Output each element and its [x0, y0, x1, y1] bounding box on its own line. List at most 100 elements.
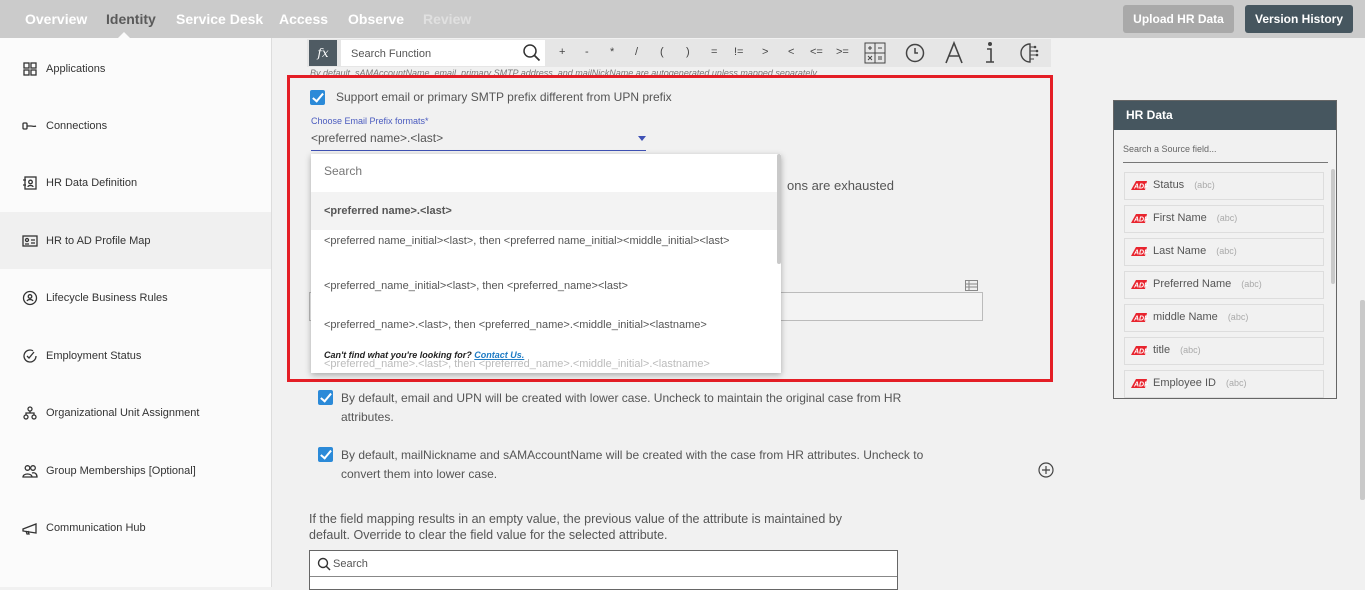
- hr-field-item[interactable]: ADP Employee ID (abc): [1124, 370, 1324, 398]
- text-icon[interactable]: [943, 41, 965, 65]
- tab-overview[interactable]: Overview: [25, 11, 87, 27]
- plug-icon: [22, 121, 37, 130]
- hr-field-item[interactable]: ADP Last Name (abc): [1124, 238, 1324, 266]
- sidebar-item-communication-hub[interactable]: Communication Hub: [0, 499, 271, 556]
- fx-icon: fx: [309, 40, 337, 66]
- lowercase-email-upn-checkbox[interactable]: [318, 390, 333, 405]
- check-circle-icon: [23, 348, 37, 363]
- hr-data-scrollbar[interactable]: [1331, 169, 1335, 284]
- support-email-prefix-label: Support email or primary SMTP prefix dif…: [336, 90, 672, 104]
- sidebar-item-group-memberships[interactable]: Group Memberships [Optional]: [0, 442, 271, 499]
- hierarchy-icon: [23, 405, 37, 420]
- sidebar-item-organizational-unit-assignment[interactable]: Organizational Unit Assignment: [0, 384, 271, 441]
- case-from-hr-label: By default, mailNickname and sAMAccountN…: [341, 448, 924, 481]
- hr-field-name: Status: [1153, 179, 1185, 191]
- autogenerate-note: By default, sAMAccountName, email, prima…: [310, 68, 819, 75]
- sidebar-item-label: Connections: [46, 119, 108, 132]
- tab-observe[interactable]: Observe: [348, 11, 404, 27]
- dropdown-footer: Can't find what you're looking for? Cont…: [311, 346, 781, 364]
- tab-identity[interactable]: Identity: [106, 11, 156, 27]
- attribute-search-input[interactable]: Search: [310, 551, 897, 577]
- svg-text:ADP: ADP: [1133, 349, 1148, 356]
- empty-value-description: If the field mapping results in an empty…: [309, 512, 842, 542]
- svg-text:ADP: ADP: [1133, 184, 1148, 191]
- calculator-icon[interactable]: [864, 42, 886, 64]
- formula-toolbar: fx Search Function + - * / ( ) = != > < …: [307, 39, 1051, 67]
- dropdown-option[interactable]: <preferred_name_initial><last>, then <pr…: [311, 276, 781, 297]
- case-from-hr-checkbox[interactable]: [318, 447, 333, 462]
- hr-field-item[interactable]: ADP First Name (abc): [1124, 205, 1324, 233]
- sidebar-item-lifecycle-business-rules[interactable]: Lifecycle Business Rules: [0, 269, 271, 326]
- operator-less[interactable]: <: [788, 46, 794, 58]
- search-icon: [317, 557, 331, 571]
- support-email-prefix-checkbox[interactable]: [310, 90, 325, 105]
- adp-logo-icon: ADP: [1131, 280, 1148, 290]
- sidebar-item-employment-status[interactable]: Employment Status: [0, 327, 271, 384]
- dropdown-option[interactable]: <preferred name_initial><last>, then <pr…: [311, 230, 781, 252]
- id-card-icon: [22, 234, 38, 247]
- attribute-search-panel: Search: [309, 550, 898, 590]
- dropdown-option[interactable]: <preferred_name>.<last>, then <preferred…: [311, 315, 781, 336]
- brain-icon[interactable]: [1019, 42, 1041, 64]
- hr-field-type: (abc): [1216, 246, 1237, 256]
- add-circle-icon[interactable]: [1038, 462, 1054, 478]
- hr-field-name: Last Name: [1153, 245, 1207, 257]
- sidebar-item-label: Lifecycle Business Rules: [46, 291, 168, 304]
- hr-field-item[interactable]: ADP Status (abc): [1124, 172, 1324, 200]
- operator-equals[interactable]: =: [711, 46, 717, 58]
- operator-greater[interactable]: >: [762, 46, 768, 58]
- hr-field-type: (abc): [1216, 213, 1238, 223]
- email-prefix-field-label: Choose Email Prefix formats*: [311, 116, 429, 126]
- search-icon[interactable]: [522, 43, 542, 63]
- sidebar-item-label: Group Memberships [Optional]: [46, 464, 196, 477]
- svg-text:ADP: ADP: [1133, 283, 1148, 290]
- version-history-button[interactable]: Version History: [1245, 5, 1353, 33]
- hr-field-name: title: [1153, 344, 1171, 356]
- operator-less-equal[interactable]: <=: [810, 46, 823, 58]
- search-function-input[interactable]: Search Function: [341, 40, 545, 66]
- lowercase-email-upn-label: By default, email and UPN will be create…: [341, 391, 902, 424]
- tab-access[interactable]: Access: [279, 11, 328, 27]
- email-prefix-dropdown: Search <preferred name>.<last> <preferre…: [311, 154, 781, 373]
- info-icon[interactable]: [983, 41, 997, 65]
- adp-logo-icon: ADP: [1131, 181, 1148, 191]
- sidebar-item-label: HR to AD Profile Map: [46, 234, 151, 247]
- hr-field-item[interactable]: ADP title (abc): [1124, 337, 1324, 365]
- hr-field-name: Employee ID: [1153, 377, 1216, 389]
- dropdown-option[interactable]: <preferred name>.<last>: [311, 192, 781, 230]
- tab-review[interactable]: Review: [423, 11, 471, 27]
- operator-close-paren[interactable]: ): [686, 46, 690, 58]
- operator-minus[interactable]: -: [585, 46, 589, 58]
- sidebar-item-label: Communication Hub: [46, 521, 146, 534]
- email-prefix-select[interactable]: <preferred name>.<last>: [311, 129, 646, 151]
- sidebar-item-hr-data-definition[interactable]: HR Data Definition: [0, 154, 271, 211]
- sidebar-item-hr-to-ad-profile-map[interactable]: HR to AD Profile Map: [0, 212, 271, 269]
- svg-text:ADP: ADP: [1133, 217, 1148, 224]
- adp-logo-icon: ADP: [1131, 313, 1148, 323]
- operator-open-paren[interactable]: (: [660, 46, 664, 58]
- dropdown-search-input[interactable]: Search: [311, 161, 781, 182]
- source-field-search[interactable]: Search a Source field...: [1123, 144, 1328, 163]
- hr-field-item[interactable]: ADP middle Name (abc): [1124, 304, 1324, 332]
- upload-hr-data-button[interactable]: Upload HR Data: [1123, 5, 1234, 33]
- operator-greater-equal[interactable]: >=: [836, 46, 849, 58]
- operator-plus[interactable]: +: [559, 46, 565, 58]
- contact-us-link[interactable]: Contact Us.: [474, 350, 524, 360]
- operator-multiply[interactable]: *: [610, 46, 614, 58]
- hr-field-name: Preferred Name: [1153, 278, 1232, 290]
- hr-field-name: middle Name: [1153, 311, 1218, 323]
- dropdown-scrollbar[interactable]: [777, 154, 781, 264]
- operator-divide[interactable]: /: [635, 46, 638, 58]
- adp-logo-icon: ADP: [1131, 247, 1148, 257]
- hr-data-panel: HR Data Search a Source field... ADP Stat…: [1113, 100, 1337, 399]
- adp-logo-icon: ADP: [1131, 379, 1148, 389]
- hr-field-type: (abc): [1241, 279, 1262, 289]
- grid-icon: [23, 61, 37, 76]
- operator-not-equals[interactable]: !=: [734, 46, 743, 58]
- sidebar-item-applications[interactable]: Applications: [0, 40, 271, 97]
- clock-icon[interactable]: [904, 42, 926, 64]
- hr-field-item[interactable]: ADP Preferred Name (abc): [1124, 271, 1324, 299]
- page-scrollbar[interactable]: [1360, 300, 1365, 500]
- sidebar-item-connections[interactable]: Connections: [0, 97, 271, 154]
- tab-service-desk[interactable]: Service Desk: [176, 11, 263, 27]
